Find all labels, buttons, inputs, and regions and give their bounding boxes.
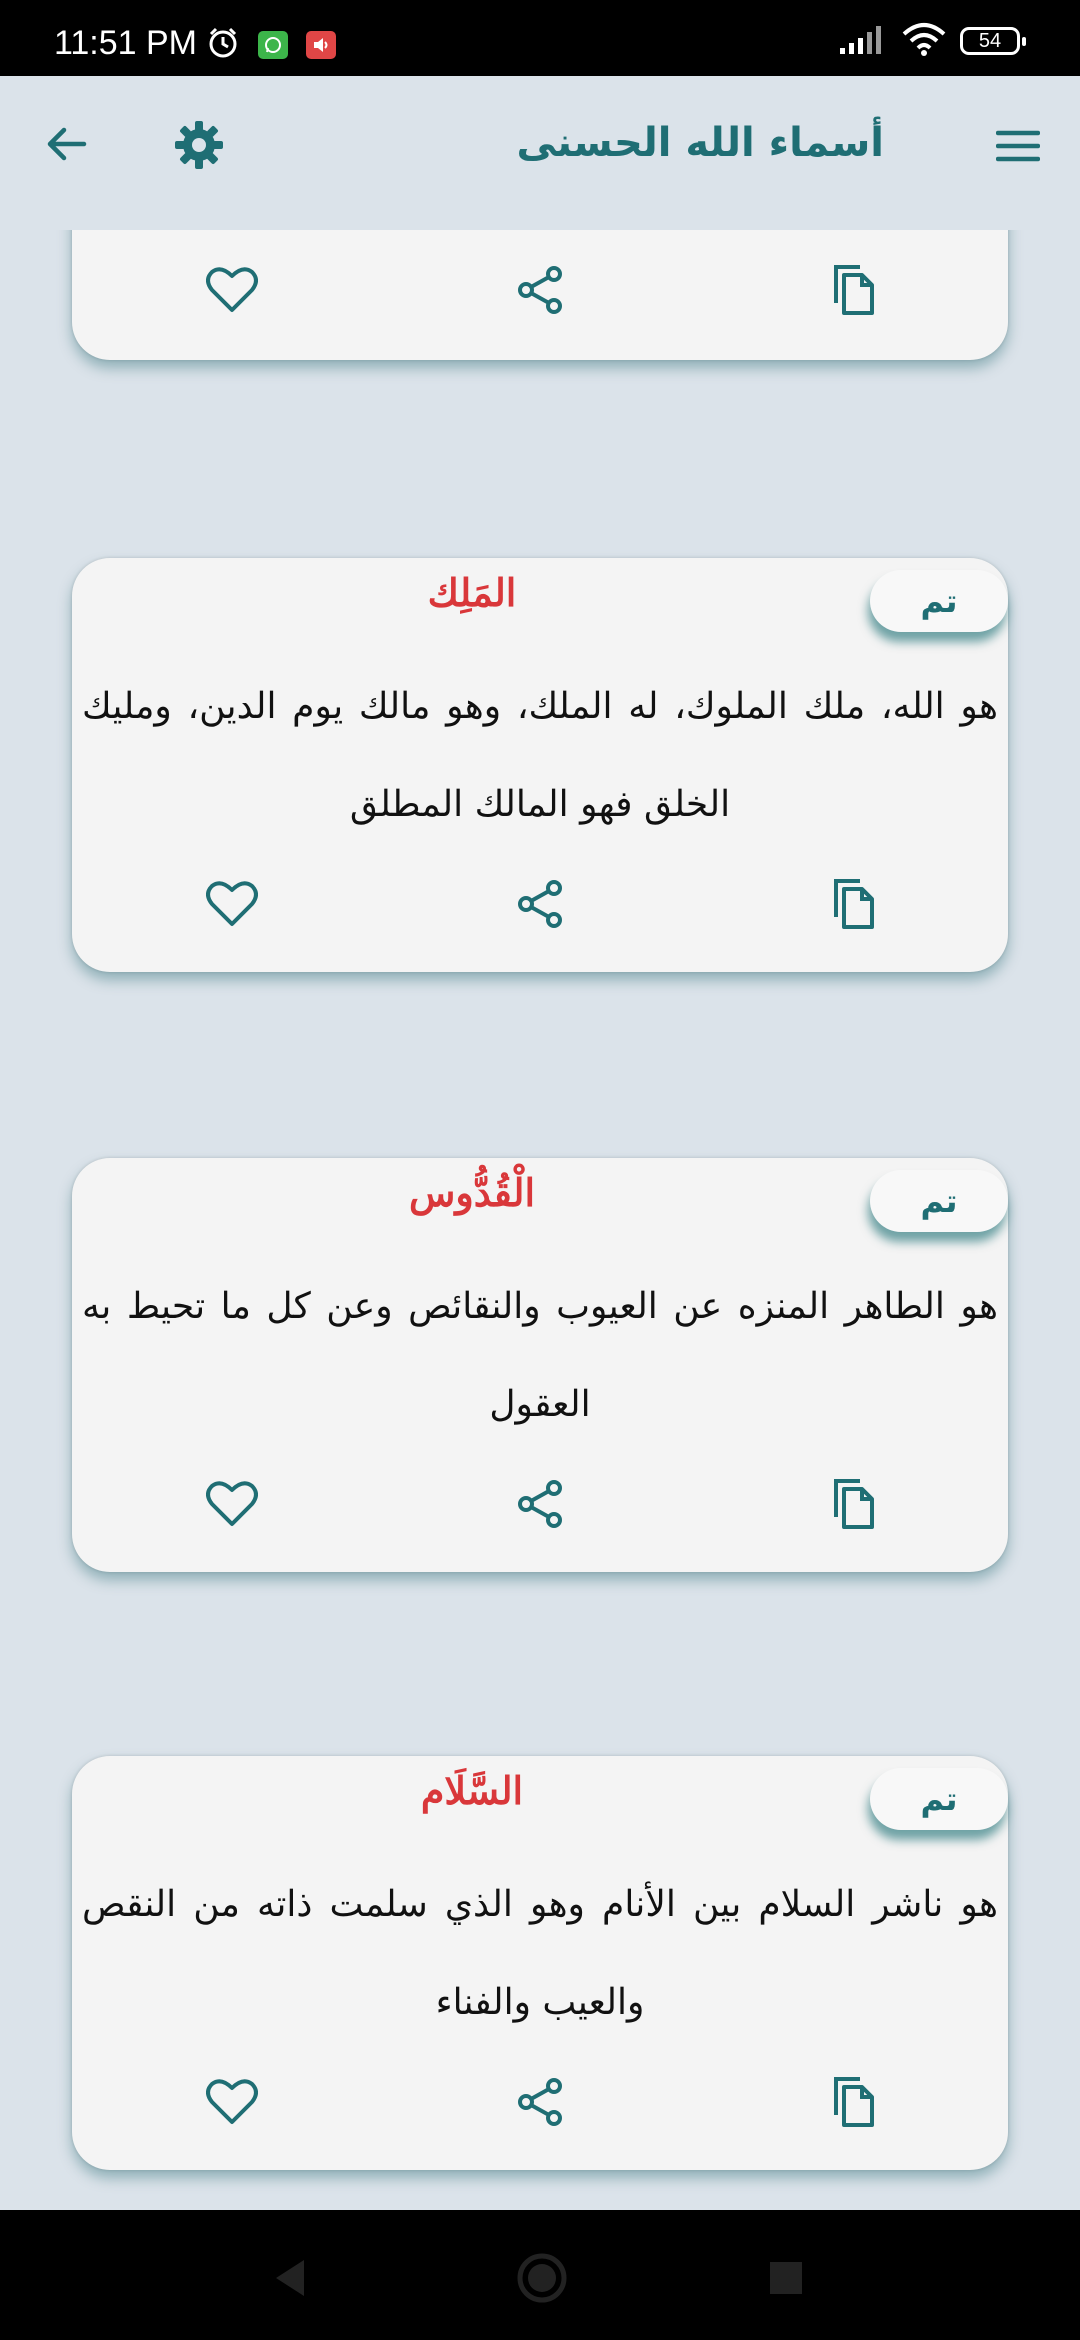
gear-icon: [175, 121, 223, 169]
copy-button[interactable]: [812, 2062, 892, 2142]
favorite-button[interactable]: [192, 2062, 272, 2142]
triangle-back-icon: [276, 2260, 304, 2296]
nav-home-button[interactable]: [514, 2250, 570, 2306]
done-badge[interactable]: تم: [870, 570, 1008, 632]
favorite-button[interactable]: [192, 250, 272, 330]
share-button[interactable]: [500, 1464, 580, 1544]
heart-icon: [206, 881, 258, 926]
name-description: هو ناشر السلام بين الأنام وهو الذي سلمت …: [82, 1884, 998, 2023]
copy-icon: [834, 1479, 874, 1529]
heart-icon: [206, 1481, 258, 1526]
page-title: أسماء الله الحسنى: [516, 120, 884, 166]
heart-icon: [206, 2079, 258, 2124]
status-system-icons: 54: [838, 22, 1026, 60]
name-card-partial: [72, 230, 1008, 360]
menu-button[interactable]: [990, 118, 1046, 174]
copy-icon: [834, 879, 874, 929]
share-icon: [518, 2078, 562, 2126]
done-badge[interactable]: تم: [870, 1170, 1008, 1232]
circle-home-icon: [517, 2253, 567, 2303]
heart-icon: [206, 267, 258, 312]
favorite-button[interactable]: [192, 864, 272, 944]
share-icon: [518, 1480, 562, 1528]
name-title: الْقُدُّوس: [408, 1170, 536, 1215]
system-navigation-bar: [0, 2210, 1080, 2340]
copy-icon: [834, 2077, 874, 2127]
share-icon: [518, 880, 562, 928]
card-actions: [72, 250, 1008, 330]
copy-button[interactable]: [812, 1464, 892, 1544]
name-description: هو الله، ملك الملوك، له الملك، وهو مالك …: [82, 686, 998, 825]
hamburger-menu-icon: [996, 130, 1040, 162]
copy-button[interactable]: [812, 864, 892, 944]
nav-back-button[interactable]: [266, 2254, 314, 2302]
nav-recents-button[interactable]: [764, 2256, 808, 2300]
status-time: 11:51 PM: [54, 24, 198, 62]
name-title: المَلِك: [427, 570, 517, 615]
share-button[interactable]: [500, 2062, 580, 2142]
favorite-button[interactable]: [192, 1464, 272, 1544]
status-notification-icons: [206, 26, 336, 64]
card-actions: [72, 1464, 1008, 1544]
square-recents-icon: [770, 2262, 802, 2294]
wifi-icon: [902, 22, 946, 60]
name-description: هو الطاهر المنزه عن العيوب والنقائص وعن …: [82, 1286, 998, 1425]
alarm-icon: [206, 26, 240, 64]
share-button[interactable]: [500, 250, 580, 330]
copy-icon: [834, 265, 874, 315]
speaker-app-icon: [306, 31, 336, 59]
arrow-left-icon: [47, 127, 87, 161]
whatsapp-icon: [258, 31, 288, 59]
share-button[interactable]: [500, 864, 580, 944]
card-actions: [72, 2062, 1008, 2142]
signal-icon: [838, 22, 888, 60]
name-card: تم المَلِك هو الله، ملك الملوك، له الملك…: [72, 558, 1008, 972]
status-bar: 11:51 PM 54: [0, 0, 1080, 76]
battery-indicator: 54: [960, 27, 1026, 55]
name-card: تم الْقُدُّوس هو الطاهر المنزه عن العيوب…: [72, 1158, 1008, 1572]
share-icon: [518, 266, 562, 314]
name-card: تم السَّلَام هو ناشر السلام بين الأنام و…: [72, 1756, 1008, 2170]
copy-button[interactable]: [812, 250, 892, 330]
done-badge[interactable]: تم: [870, 1768, 1008, 1830]
app-bar: أسماء الله الحسنى: [0, 76, 1080, 230]
back-button[interactable]: [38, 116, 94, 172]
names-list[interactable]: تم المَلِك هو الله، ملك الملوك، له الملك…: [0, 230, 1080, 2210]
settings-button[interactable]: [168, 114, 230, 176]
name-title: السَّلَام: [420, 1768, 524, 1813]
card-actions: [72, 864, 1008, 944]
